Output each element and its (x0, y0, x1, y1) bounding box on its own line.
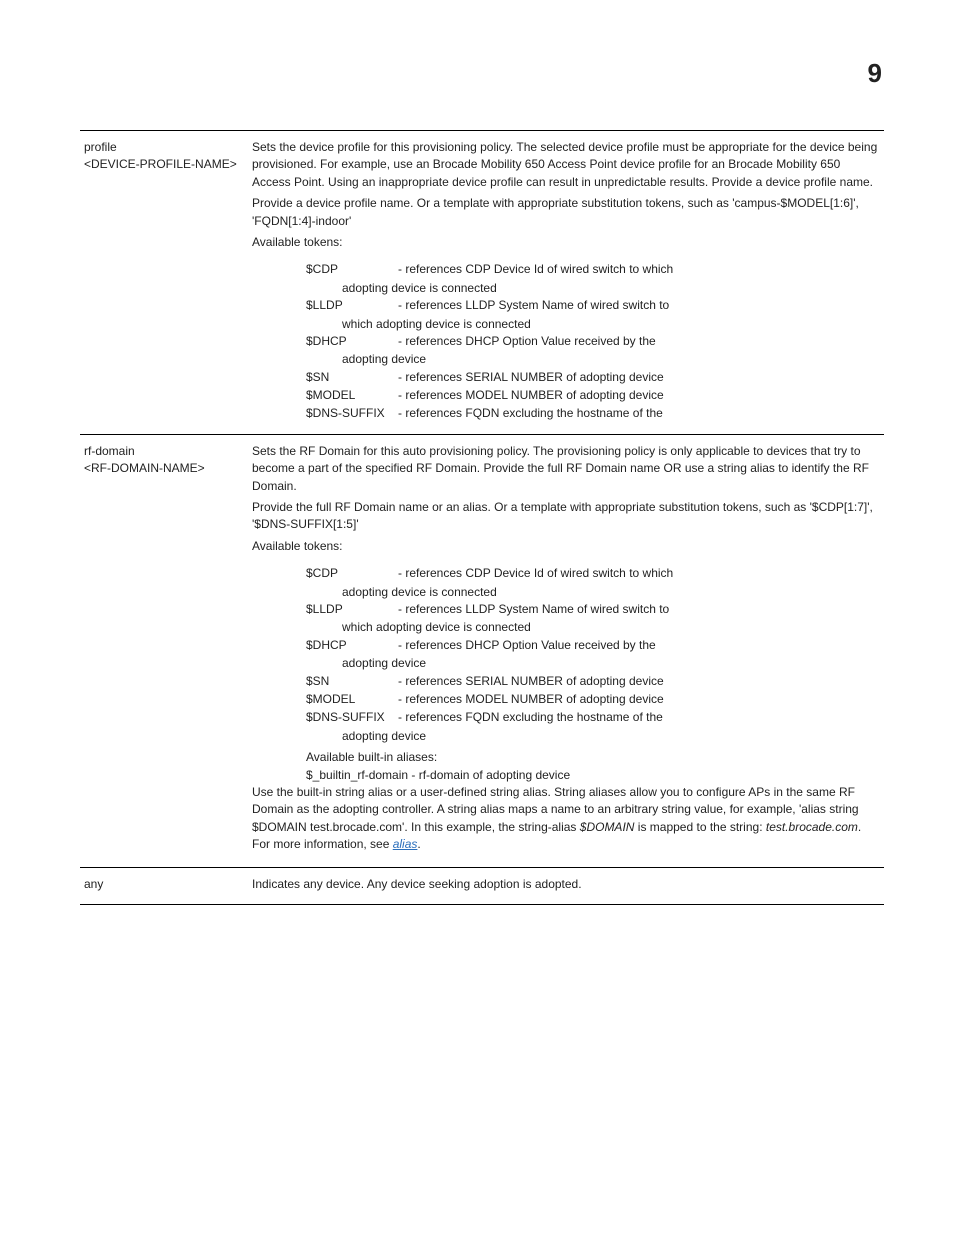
token-row: $DNS-SUFFIX - references FQDN excluding … (306, 405, 880, 422)
token-desc: - references LLDP System Name of wired s… (398, 601, 880, 618)
token-cont: adopting device (342, 351, 880, 368)
token-desc: - references SERIAL NUMBER of adopting d… (398, 673, 880, 690)
parameter-table: profile <DEVICE-PROFILE-NAME> Sets the d… (80, 130, 884, 905)
param-placeholder: <DEVICE-PROFILE-NAME> (84, 157, 237, 171)
token-name: $MODEL (306, 387, 398, 404)
paragraph: Sets the RF Domain for this auto provisi… (252, 443, 880, 495)
token-desc: - references LLDP System Name of wired s… (398, 297, 880, 314)
param-name: any (84, 877, 103, 891)
variable-name: $DOMAIN (580, 820, 635, 834)
token-cont: adopting device is connected (342, 584, 880, 601)
token-name: $CDP (306, 565, 398, 582)
token-cont: adopting device (342, 728, 880, 745)
table-row: rf-domain <RF-DOMAIN-NAME> Sets the RF D… (80, 434, 884, 868)
param-cell: profile <DEVICE-PROFILE-NAME> (80, 131, 248, 435)
tokens-block: $CDP - references CDP Device Id of wired… (306, 261, 880, 423)
token-desc: - references FQDN excluding the hostname… (398, 709, 880, 726)
token-name: $DHCP (306, 333, 398, 350)
param-cell: any (80, 868, 248, 904)
paragraph: Use the built-in string alias or a user-… (252, 784, 880, 854)
token-name: $LLDP (306, 601, 398, 618)
token-row: $LLDP - references LLDP System Name of w… (306, 297, 880, 314)
token-row: $CDP - references CDP Device Id of wired… (306, 565, 880, 582)
token-name: $MODEL (306, 691, 398, 708)
param-name: rf-domain (84, 444, 135, 458)
alias-link[interactable]: alias (393, 837, 418, 851)
token-desc: - references DHCP Option Value received … (398, 637, 880, 654)
paragraph: Provide a device profile name. Or a temp… (252, 195, 880, 230)
token-name: $DNS-SUFFIX (306, 405, 398, 422)
token-desc: - references CDP Device Id of wired swit… (398, 565, 880, 582)
page: 9 profile <DEVICE-PROFILE-NAME> Sets the… (0, 0, 954, 1235)
paragraph: Sets the device profile for this provisi… (252, 139, 880, 191)
desc-cell: Sets the RF Domain for this auto provisi… (248, 434, 884, 868)
table-row: any Indicates any device. Any device see… (80, 868, 884, 904)
token-desc: - references DHCP Option Value received … (398, 333, 880, 350)
aliases-line: $_builtin_rf-domain - rf-domain of adopt… (306, 767, 880, 784)
table-row: profile <DEVICE-PROFILE-NAME> Sets the d… (80, 131, 884, 435)
paragraph: Available tokens: (252, 538, 880, 555)
token-name: $SN (306, 369, 398, 386)
token-cont: adopting device (342, 655, 880, 672)
aliases-block: Available built-in aliases: $_builtin_rf… (306, 749, 880, 784)
page-number: 9 (868, 58, 882, 89)
example-string: test.brocade.com (766, 820, 858, 834)
param-cell: rf-domain <RF-DOMAIN-NAME> (80, 434, 248, 868)
token-row: $SN - references SERIAL NUMBER of adopti… (306, 369, 880, 386)
token-row: $DHCP - references DHCP Option Value rec… (306, 637, 880, 654)
text: is mapped to the string: (634, 820, 765, 834)
token-name: $LLDP (306, 297, 398, 314)
token-row: $CDP - references CDP Device Id of wired… (306, 261, 880, 278)
token-row: $MODEL - references MODEL NUMBER of adop… (306, 387, 880, 404)
paragraph: Indicates any device. Any device seeking… (252, 877, 582, 891)
text: . (417, 837, 420, 851)
token-name: $DHCP (306, 637, 398, 654)
token-row: $SN - references SERIAL NUMBER of adopti… (306, 673, 880, 690)
token-row: $LLDP - references LLDP System Name of w… (306, 601, 880, 618)
token-row: $DNS-SUFFIX - references FQDN excluding … (306, 709, 880, 726)
token-name: $SN (306, 673, 398, 690)
aliases-header: Available built-in aliases: (306, 749, 880, 766)
desc-cell: Sets the device profile for this provisi… (248, 131, 884, 435)
token-desc: - references MODEL NUMBER of adopting de… (398, 691, 880, 708)
token-desc: - references MODEL NUMBER of adopting de… (398, 387, 880, 404)
token-name: $DNS-SUFFIX (306, 709, 398, 726)
token-cont: which adopting device is connected (342, 619, 880, 636)
param-name: profile (84, 140, 117, 154)
token-row: $DHCP - references DHCP Option Value rec… (306, 333, 880, 350)
token-desc: - references CDP Device Id of wired swit… (398, 261, 880, 278)
token-cont: which adopting device is connected (342, 316, 880, 333)
paragraph: Provide the full RF Domain name or an al… (252, 499, 880, 534)
param-placeholder: <RF-DOMAIN-NAME> (84, 461, 205, 475)
paragraph: Available tokens: (252, 234, 880, 251)
desc-cell: Indicates any device. Any device seeking… (248, 868, 884, 904)
token-name: $CDP (306, 261, 398, 278)
tokens-block: $CDP - references CDP Device Id of wired… (306, 565, 880, 745)
token-cont: adopting device is connected (342, 280, 880, 297)
token-desc: - references SERIAL NUMBER of adopting d… (398, 369, 880, 386)
token-desc: - references FQDN excluding the hostname… (398, 405, 880, 422)
token-row: $MODEL - references MODEL NUMBER of adop… (306, 691, 880, 708)
